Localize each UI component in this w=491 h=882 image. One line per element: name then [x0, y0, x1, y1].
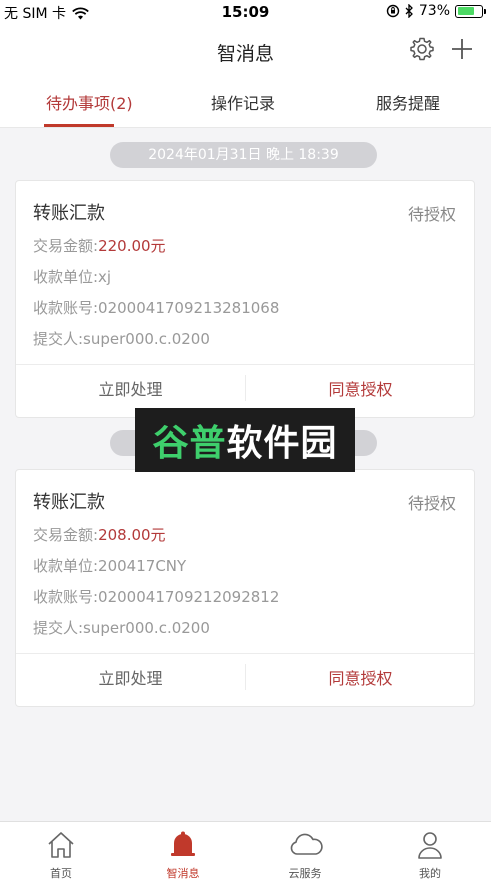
bell-icon — [171, 831, 195, 856]
amount-value: 208.00元 — [98, 526, 166, 544]
card-status: 待授权 — [407, 494, 456, 513]
watermark-logo: 谷普 软件园 — [135, 408, 355, 472]
submitter-row: 提交人:super000.c.0200 — [33, 619, 210, 637]
approve-button[interactable]: 同意授权 — [246, 654, 475, 704]
status-bar: 无 SIM 卡 15:09 73% — [0, 0, 491, 24]
amount-row: 交易金额:208.00元 — [33, 526, 166, 544]
transfer-card: 转账汇款 待授权 交易金额:220.00元 收款单位:xj 收款账号:02000… — [15, 180, 475, 418]
bottom-tab-bar: 首页 智消息 云服务 我的 — [0, 821, 491, 882]
tab-todo[interactable]: 待办事项(2) — [46, 90, 133, 114]
cloud-icon — [290, 833, 323, 855]
bottom-tab-cloud[interactable]: 云服务 — [244, 822, 366, 882]
nav-bar: 智消息 — [0, 24, 491, 78]
bottom-tab-mine[interactable]: 我的 — [369, 822, 491, 882]
battery-icon — [455, 4, 486, 18]
account-row: 收款账号:0200041709213281068 — [33, 299, 280, 317]
tab-service-reminders[interactable]: 服务提醒 — [376, 90, 440, 114]
bluetooth-icon — [405, 4, 413, 18]
gear-icon[interactable] — [409, 36, 435, 62]
user-icon — [418, 832, 442, 859]
active-tab-underline — [44, 124, 114, 127]
payee-row: 收款单位:200417CNY — [33, 557, 187, 575]
payee-row: 收款单位:xj — [33, 268, 112, 286]
tab-operation-records[interactable]: 操作记录 — [211, 90, 275, 114]
tab-bar: 待办事项(2) 操作记录 服务提醒 — [0, 78, 491, 128]
card-title: 转账汇款 — [33, 492, 105, 513]
bottom-tab-messages[interactable]: 智消息 — [122, 822, 244, 882]
process-now-button[interactable]: 立即处理 — [16, 654, 245, 704]
card-status: 待授权 — [407, 205, 456, 224]
bottom-tab-home[interactable]: 首页 — [0, 822, 122, 882]
battery-percent: 73% — [418, 3, 450, 19]
amount-value: 220.00元 — [98, 237, 166, 255]
rotation-lock-icon — [386, 4, 400, 18]
watermark-brand-a: 谷普 — [152, 423, 227, 464]
bottom-tab-label: 智消息 — [166, 867, 200, 880]
timestamp-pill: 2024年01月31日 晚上 18:39 — [110, 142, 377, 168]
bottom-tab-label: 首页 — [50, 867, 72, 880]
bottom-tab-label: 我的 — [419, 867, 441, 880]
submitter-row: 提交人:super000.c.0200 — [33, 330, 210, 348]
card-title: 转账汇款 — [33, 203, 105, 224]
plus-icon[interactable] — [449, 36, 475, 62]
watermark-brand-b: 软件园 — [226, 423, 338, 464]
account-row: 收款账号:0200041709212092812 — [33, 588, 280, 606]
home-icon — [48, 832, 74, 858]
amount-row: 交易金额:220.00元 — [33, 237, 166, 255]
transfer-card: 转账汇款 待授权 交易金额:208.00元 收款单位:200417CNY 收款账… — [15, 469, 475, 707]
bottom-tab-label: 云服务 — [288, 867, 322, 880]
